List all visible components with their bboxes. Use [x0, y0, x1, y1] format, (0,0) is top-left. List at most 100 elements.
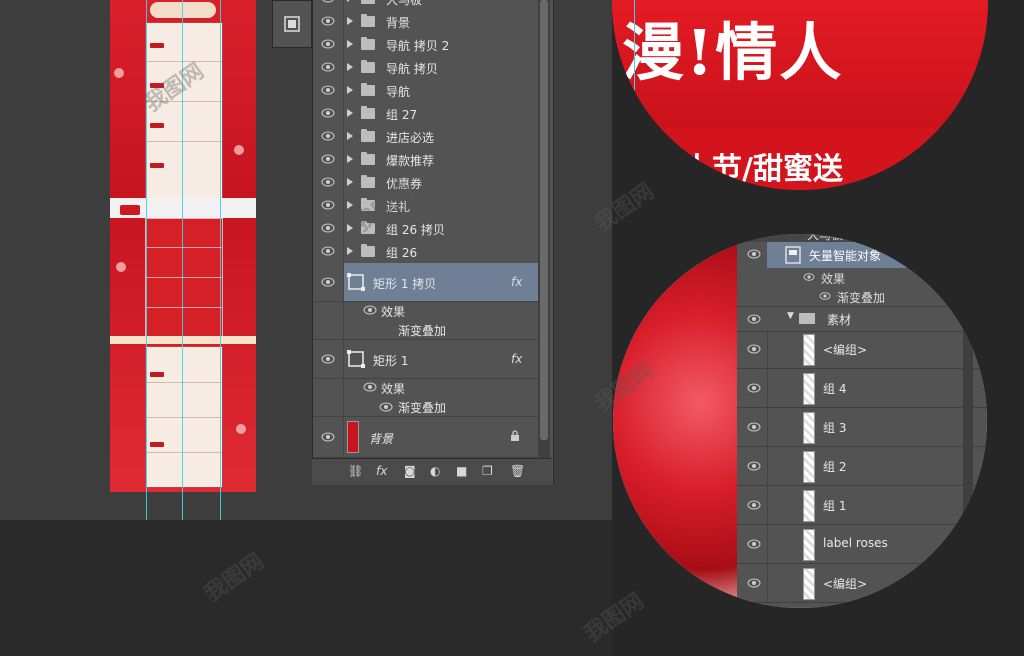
zoom-gradient-label[interactable]: 渐变叠加 — [837, 289, 885, 306]
eye-icon[interactable] — [321, 84, 335, 96]
eye-icon[interactable] — [747, 460, 761, 472]
zoom-scrollbar[interactable] — [963, 324, 973, 608]
layer-name: 爆款推荐 — [386, 154, 435, 168]
layer-row-shape[interactable]: 矩形 1 fx — [313, 340, 539, 379]
expand-arrow-icon[interactable] — [347, 132, 353, 140]
eye-icon[interactable] — [321, 245, 335, 257]
rose-decoration — [234, 145, 244, 155]
trash-icon[interactable]: 🗑 — [510, 464, 525, 478]
guide-line[interactable] — [146, 0, 147, 520]
new-layer-icon[interactable]: ❐ — [482, 464, 493, 478]
effects-label: 效果 — [381, 305, 406, 319]
scrollbar-thumb[interactable] — [540, 0, 548, 440]
fx-icon[interactable]: fx — [511, 352, 522, 366]
fx-icon[interactable]: fx — [376, 464, 387, 478]
eye-icon[interactable] — [363, 304, 377, 316]
layer-row[interactable]: 导航 拷贝 — [313, 56, 539, 80]
zoom-smart-object-row[interactable]: 矢量智能对象 — [767, 242, 987, 268]
layer-row-background[interactable]: 背景 — [313, 417, 539, 458]
eye-icon[interactable] — [321, 153, 335, 165]
expand-arrow-icon[interactable] — [347, 63, 353, 71]
eye-icon[interactable] — [321, 61, 335, 73]
gradient-overlay-label[interactable]: 渐变叠加 — [398, 322, 446, 339]
eye-icon[interactable] — [747, 577, 761, 589]
eye-icon[interactable] — [321, 176, 335, 188]
expand-arrow-icon[interactable] — [347, 247, 353, 255]
expand-arrow-icon[interactable] — [347, 40, 353, 48]
zoom-layer-row[interactable]: 组 2 — [737, 447, 987, 486]
banner-slogan: 情人节/甜蜜送 — [652, 152, 843, 187]
eye-icon[interactable] — [321, 15, 335, 27]
layer-row[interactable]: 导航 — [313, 79, 539, 103]
expand-arrow-icon[interactable] — [347, 17, 353, 25]
layer-row[interactable]: 爆款推荐 — [313, 148, 539, 172]
folder-icon[interactable]: ■ — [456, 464, 467, 478]
layer-row[interactable]: 组 27 — [313, 102, 539, 126]
eye-icon[interactable] — [321, 107, 335, 119]
zoomed-layers-list: 大马板 矢量智能对象 效果 渐变叠加 ▼ 素材 <编组> 组 4组 3组 2组 1… — [643, 234, 987, 608]
eye-icon[interactable] — [363, 381, 377, 393]
layers-scrollbar[interactable] — [538, 0, 550, 460]
layer-row[interactable]: 送礼 — [313, 194, 539, 218]
eye-icon[interactable] — [747, 382, 761, 394]
layer-row[interactable]: 优惠券 — [313, 171, 539, 195]
layer-row[interactable]: 导航 拷贝 2 — [313, 33, 539, 57]
layer-thumbnail — [803, 568, 815, 600]
eye-icon[interactable] — [379, 401, 393, 413]
eye-icon[interactable] — [747, 499, 761, 511]
layer-row[interactable]: 背景 — [313, 10, 539, 34]
expand-arrow-icon[interactable] — [347, 109, 353, 117]
layer-row[interactable]: 组 26 — [313, 240, 539, 264]
eye-icon[interactable] — [321, 38, 335, 50]
folder-icon — [361, 244, 375, 257]
layer-row[interactable]: 进店必选 — [313, 125, 539, 149]
zoom-folder-row[interactable]: ▼ 素材 — [737, 306, 987, 332]
folder-icon — [799, 313, 815, 324]
link-icon[interactable]: ⛓ — [348, 464, 363, 478]
zoom-layer-row[interactable]: <编组> — [737, 564, 987, 603]
layer-thumbnail — [803, 334, 815, 366]
eye-icon[interactable] — [819, 291, 831, 301]
adjustment-icon[interactable]: ◐ — [430, 464, 440, 478]
eye-icon[interactable] — [747, 313, 761, 325]
eye-icon[interactable] — [747, 538, 761, 550]
zoom-panel-icon — [643, 244, 673, 272]
zoom-layer-row[interactable]: label roses — [737, 525, 987, 564]
zoom-layer-row[interactable]: 组 4 — [737, 369, 987, 408]
eye-icon[interactable] — [803, 272, 815, 282]
zoom-layer-row[interactable]: 组 1 — [737, 486, 987, 525]
zoom-layer-row[interactable]: <编组> — [737, 330, 987, 369]
layer-row[interactable]: 组 26 拷贝 — [313, 217, 539, 241]
zoom-layer-name: <编组> — [823, 577, 868, 591]
eye-icon[interactable] — [321, 276, 335, 288]
fx-icon[interactable]: fx — [511, 275, 522, 289]
layer-row-shape-copy[interactable]: 矩形 1 拷贝 fx — [313, 263, 539, 302]
eye-icon[interactable] — [747, 421, 761, 433]
folder-icon — [361, 37, 375, 50]
eye-icon[interactable] — [321, 0, 335, 4]
eye-icon[interactable] — [747, 248, 761, 260]
eye-icon[interactable] — [321, 353, 335, 365]
zoom-layer-row[interactable]: 组 3 — [737, 408, 987, 447]
zoom-layer-name: 组 3 — [823, 421, 847, 435]
eye-icon[interactable] — [321, 222, 335, 234]
layer-thumbnail — [803, 373, 815, 405]
expand-arrow-icon[interactable] — [347, 0, 353, 2]
gradient-overlay-label[interactable]: 渐变叠加 — [398, 399, 446, 416]
eye-icon[interactable] — [321, 199, 335, 211]
eye-icon[interactable] — [321, 431, 335, 443]
eye-icon[interactable] — [321, 130, 335, 142]
3d-object-icon[interactable] — [283, 15, 301, 33]
folder-icon — [361, 129, 375, 142]
eye-icon[interactable] — [747, 343, 761, 355]
expand-arrow-icon[interactable] — [347, 178, 353, 186]
chevron-down-icon[interactable]: ▼ — [787, 311, 794, 321]
guide-line[interactable] — [220, 0, 221, 520]
expand-arrow-icon[interactable] — [347, 86, 353, 94]
mask-icon[interactable]: ◙ — [404, 464, 416, 478]
banner-title: 漫!情人 — [622, 16, 844, 89]
expand-arrow-icon[interactable] — [347, 155, 353, 163]
expand-arrow-icon[interactable] — [347, 224, 353, 232]
shape-layer-icon — [347, 273, 365, 291]
layer-name: 组 26 拷贝 — [386, 223, 445, 237]
